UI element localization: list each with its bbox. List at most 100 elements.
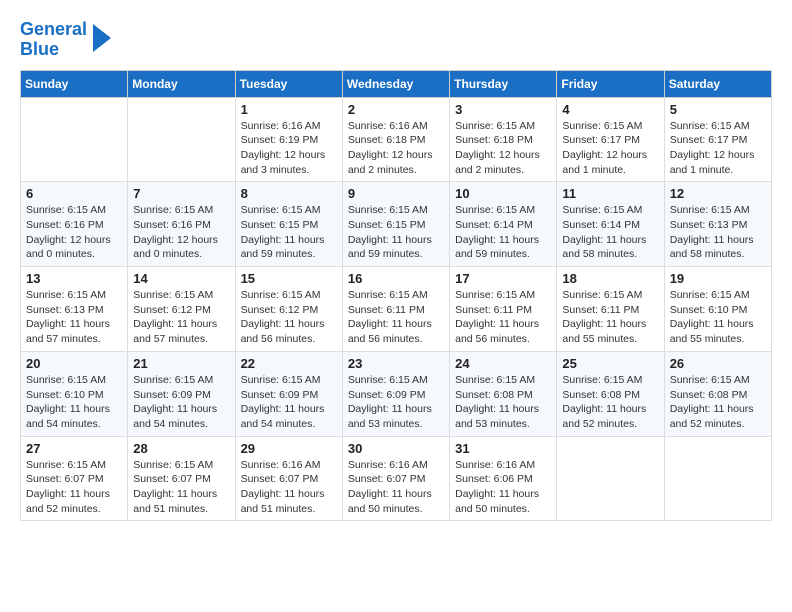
calendar-week-3: 13 Sunrise: 6:15 AMSunset: 6:13 PMDayligh… [21, 267, 772, 352]
calendar-cell: 30 Sunrise: 6:16 AMSunset: 6:07 PMDayligh… [342, 436, 449, 521]
day-info: Sunrise: 6:15 AMSunset: 6:13 PMDaylight:… [670, 203, 766, 262]
day-info: Sunrise: 6:15 AMSunset: 6:16 PMDaylight:… [133, 203, 229, 262]
day-info: Sunrise: 6:15 AMSunset: 6:16 PMDaylight:… [26, 203, 122, 262]
day-number: 11 [562, 186, 658, 201]
calendar-cell: 5 Sunrise: 6:15 AMSunset: 6:17 PMDaylight… [664, 97, 771, 182]
calendar-cell: 17 Sunrise: 6:15 AMSunset: 6:11 PMDayligh… [450, 267, 557, 352]
calendar-cell: 22 Sunrise: 6:15 AMSunset: 6:09 PMDayligh… [235, 351, 342, 436]
day-number: 26 [670, 356, 766, 371]
day-number: 31 [455, 441, 551, 456]
day-number: 18 [562, 271, 658, 286]
weekday-header-monday: Monday [128, 70, 235, 97]
calendar-cell: 24Sunrise: 6:15 AMSunset: 6:08 PMDayligh… [450, 351, 557, 436]
calendar-cell: 28 Sunrise: 6:15 AMSunset: 6:07 PMDayligh… [128, 436, 235, 521]
calendar-cell [128, 97, 235, 182]
day-number: 14 [133, 271, 229, 286]
day-info: Sunrise: 6:15 AMSunset: 6:11 PMDaylight:… [348, 288, 444, 347]
calendar-cell: 31 Sunrise: 6:16 AMSunset: 6:06 PMDayligh… [450, 436, 557, 521]
day-number: 4 [562, 102, 658, 117]
page-header: General Blue [20, 20, 772, 60]
weekday-header-wednesday: Wednesday [342, 70, 449, 97]
day-info: Sunrise: 6:15 AMSunset: 6:13 PMDaylight:… [26, 288, 122, 347]
weekday-header-friday: Friday [557, 70, 664, 97]
day-info: Sunrise: 6:15 AMSunset: 6:17 PMDaylight:… [670, 119, 766, 178]
calendar-cell: 19 Sunrise: 6:15 AMSunset: 6:10 PMDayligh… [664, 267, 771, 352]
day-number: 7 [133, 186, 229, 201]
calendar-cell: 27 Sunrise: 6:15 AMSunset: 6:07 PMDayligh… [21, 436, 128, 521]
calendar-cell: 4 Sunrise: 6:15 AMSunset: 6:17 PMDaylight… [557, 97, 664, 182]
logo-text-blue: Blue [20, 39, 59, 59]
day-info: Sunrise: 6:15 AMSunset: 6:12 PMDaylight:… [133, 288, 229, 347]
day-info: Sunrise: 6:15 AMSunset: 6:10 PMDaylight:… [670, 288, 766, 347]
calendar-week-5: 27 Sunrise: 6:15 AMSunset: 6:07 PMDayligh… [21, 436, 772, 521]
day-number: 15 [241, 271, 337, 286]
day-info: Sunrise: 6:15 AMSunset: 6:15 PMDaylight:… [241, 203, 337, 262]
calendar-cell: 10Sunrise: 6:15 AMSunset: 6:14 PMDayligh… [450, 182, 557, 267]
day-number: 17 [455, 271, 551, 286]
day-info: Sunrise: 6:15 AMSunset: 6:15 PMDaylight:… [348, 203, 444, 262]
calendar-body: 1 Sunrise: 6:16 AMSunset: 6:19 PMDaylight… [21, 97, 772, 521]
calendar-cell: 23Sunrise: 6:15 AMSunset: 6:09 PMDayligh… [342, 351, 449, 436]
calendar-cell: 29 Sunrise: 6:16 AMSunset: 6:07 PMDayligh… [235, 436, 342, 521]
day-number: 22 [241, 356, 337, 371]
day-number: 25 [562, 356, 658, 371]
calendar-cell: 25Sunrise: 6:15 AMSunset: 6:08 PMDayligh… [557, 351, 664, 436]
day-number: 8 [241, 186, 337, 201]
day-info: Sunrise: 6:15 AMSunset: 6:10 PMDaylight:… [26, 373, 122, 432]
calendar-cell: 26 Sunrise: 6:15 AMSunset: 6:08 PMDayligh… [664, 351, 771, 436]
weekday-header-sunday: Sunday [21, 70, 128, 97]
calendar-cell: 21 Sunrise: 6:15 AMSunset: 6:09 PMDayligh… [128, 351, 235, 436]
calendar-cell: 15Sunrise: 6:15 AMSunset: 6:12 PMDayligh… [235, 267, 342, 352]
calendar-week-1: 1 Sunrise: 6:16 AMSunset: 6:19 PMDaylight… [21, 97, 772, 182]
day-info: Sunrise: 6:15 AMSunset: 6:07 PMDaylight:… [26, 458, 122, 517]
day-number: 29 [241, 441, 337, 456]
logo-text-general: General [20, 19, 87, 39]
day-info: Sunrise: 6:16 AMSunset: 6:07 PMDaylight:… [241, 458, 337, 517]
calendar-cell: 11 Sunrise: 6:15 AMSunset: 6:14 PMDayligh… [557, 182, 664, 267]
day-info: Sunrise: 6:16 AMSunset: 6:07 PMDaylight:… [348, 458, 444, 517]
calendar-week-4: 20 Sunrise: 6:15 AMSunset: 6:10 PMDayligh… [21, 351, 772, 436]
day-number: 27 [26, 441, 122, 456]
calendar-cell: 8 Sunrise: 6:15 AMSunset: 6:15 PMDaylight… [235, 182, 342, 267]
calendar-header-row: SundayMondayTuesdayWednesdayThursdayFrid… [21, 70, 772, 97]
day-number: 3 [455, 102, 551, 117]
day-info: Sunrise: 6:15 AMSunset: 6:09 PMDaylight:… [241, 373, 337, 432]
weekday-header-tuesday: Tuesday [235, 70, 342, 97]
day-number: 10 [455, 186, 551, 201]
day-number: 24 [455, 356, 551, 371]
day-info: Sunrise: 6:15 AMSunset: 6:11 PMDaylight:… [455, 288, 551, 347]
calendar-cell: 3 Sunrise: 6:15 AMSunset: 6:18 PMDaylight… [450, 97, 557, 182]
day-number: 12 [670, 186, 766, 201]
day-number: 5 [670, 102, 766, 117]
day-info: Sunrise: 6:15 AMSunset: 6:08 PMDaylight:… [670, 373, 766, 432]
day-info: Sunrise: 6:15 AMSunset: 6:11 PMDaylight:… [562, 288, 658, 347]
day-number: 1 [241, 102, 337, 117]
calendar-table: SundayMondayTuesdayWednesdayThursdayFrid… [20, 70, 772, 522]
day-number: 30 [348, 441, 444, 456]
weekday-header-thursday: Thursday [450, 70, 557, 97]
day-number: 6 [26, 186, 122, 201]
day-info: Sunrise: 6:15 AMSunset: 6:14 PMDaylight:… [562, 203, 658, 262]
day-number: 13 [26, 271, 122, 286]
calendar-cell: 18 Sunrise: 6:15 AMSunset: 6:11 PMDayligh… [557, 267, 664, 352]
day-info: Sunrise: 6:15 AMSunset: 6:07 PMDaylight:… [133, 458, 229, 517]
day-number: 28 [133, 441, 229, 456]
calendar-cell: 1 Sunrise: 6:16 AMSunset: 6:19 PMDaylight… [235, 97, 342, 182]
calendar-cell: 7 Sunrise: 6:15 AMSunset: 6:16 PMDaylight… [128, 182, 235, 267]
calendar-cell: 20 Sunrise: 6:15 AMSunset: 6:10 PMDayligh… [21, 351, 128, 436]
day-info: Sunrise: 6:15 AMSunset: 6:18 PMDaylight:… [455, 119, 551, 178]
calendar-cell: 16Sunrise: 6:15 AMSunset: 6:11 PMDayligh… [342, 267, 449, 352]
calendar-cell: 12 Sunrise: 6:15 AMSunset: 6:13 PMDayligh… [664, 182, 771, 267]
day-number: 20 [26, 356, 122, 371]
calendar-week-2: 6 Sunrise: 6:15 AMSunset: 6:16 PMDaylight… [21, 182, 772, 267]
day-number: 9 [348, 186, 444, 201]
calendar-cell: 9 Sunrise: 6:15 AMSunset: 6:15 PMDaylight… [342, 182, 449, 267]
day-info: Sunrise: 6:15 AMSunset: 6:09 PMDaylight:… [133, 373, 229, 432]
day-number: 19 [670, 271, 766, 286]
day-info: Sunrise: 6:16 AMSunset: 6:06 PMDaylight:… [455, 458, 551, 517]
day-number: 21 [133, 356, 229, 371]
day-info: Sunrise: 6:15 AMSunset: 6:09 PMDaylight:… [348, 373, 444, 432]
logo-arrow-icon [93, 24, 111, 52]
day-info: Sunrise: 6:15 AMSunset: 6:17 PMDaylight:… [562, 119, 658, 178]
day-info: Sunrise: 6:16 AMSunset: 6:19 PMDaylight:… [241, 119, 337, 178]
